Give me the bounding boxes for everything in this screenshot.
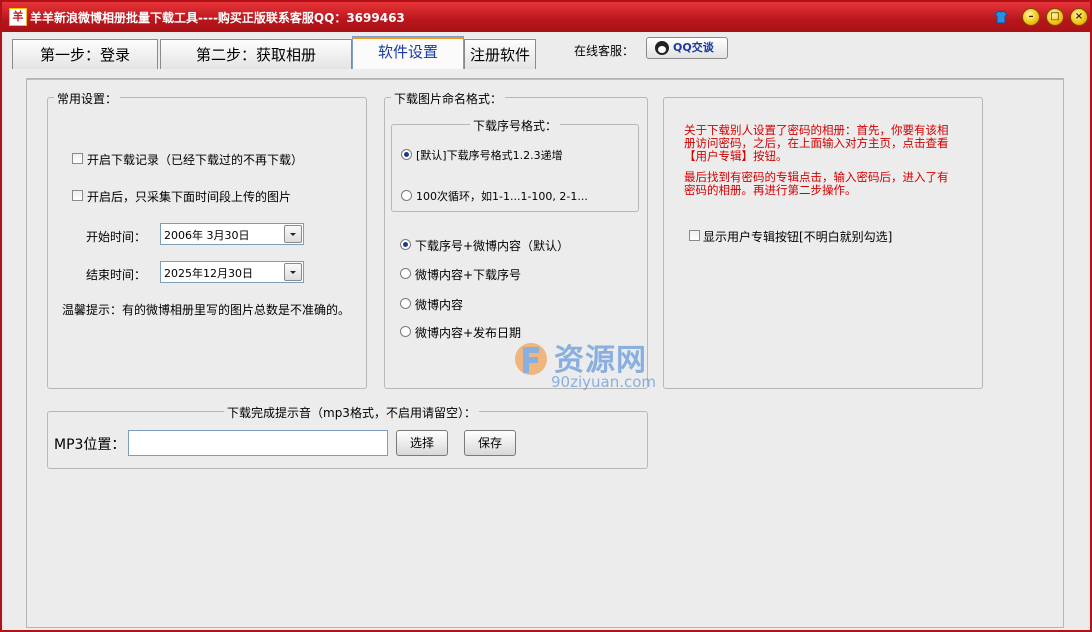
naming-content-seq-label: 微博内容+下载序号 [415, 268, 522, 282]
naming-seq-content-label: 下载序号+微博内容（默认） [415, 239, 570, 253]
app-icon: 羊 [9, 8, 27, 26]
naming-content-seq-radio[interactable] [400, 268, 411, 279]
show-album-button-label: 显示用户专辑按钮[不明白就别勾选] [703, 230, 893, 244]
sound-legend: 下载完成提示音（mp3格式，不启用请留空）： [224, 404, 479, 421]
naming-content-radio[interactable] [400, 298, 411, 309]
client-area: 第一步：登录 第二步：获取相册 软件设置 注册软件 在线客服： QQ交谈 常用设… [4, 32, 1088, 630]
chevron-down-icon[interactable] [284, 263, 302, 281]
naming-content-label: 微博内容 [415, 298, 464, 312]
record-checkbox-label: 开启下载记录（已经下载过的不再下载） [87, 153, 304, 167]
window-title: 羊羊新浪微博相册批量下载工具----购买正版联系客服QQ：3699463 [30, 11, 405, 25]
period-checkbox-label: 开启后，只采集下面时间段上传的图片 [87, 190, 292, 204]
sequence-format-legend: 下载序号格式： [470, 117, 561, 134]
app-window: 羊 羊羊新浪微博相册批量下载工具----购买正版联系客服QQ：3699463 –… [0, 0, 1092, 632]
qq-icon [655, 41, 669, 55]
tab-login[interactable]: 第一步：登录 [12, 39, 158, 69]
minimize-icon[interactable]: – [1022, 8, 1040, 26]
record-checkbox[interactable] [72, 153, 83, 164]
watermark: 资源网 90ziyuan.com [514, 335, 674, 397]
start-date-picker[interactable]: 2006年 3月30日 [160, 223, 304, 245]
qq-chat-label: QQ交谈 [673, 41, 714, 54]
tab-get-album[interactable]: 第二步：获取相册 [160, 39, 352, 69]
mp3-location-label: MP3位置： [54, 437, 126, 453]
watermark-url: 90ziyuan.com [551, 373, 657, 391]
chevron-down-icon[interactable] [284, 225, 302, 243]
common-settings-group: 常用设置： 开启下载记录（已经下载过的不再下载） 开启后，只采集下面时间段上传的… [47, 90, 367, 389]
password-album-group: 关于下载别人设置了密码的相册：首先，你要有该相 册访问密码，之后，在上面输入对方… [663, 97, 983, 389]
seq-format-cycle-radio[interactable] [401, 190, 412, 201]
qq-chat-button[interactable]: QQ交谈 [646, 37, 728, 59]
close-icon[interactable]: × [1070, 8, 1088, 26]
maximize-icon[interactable]: □ [1046, 8, 1064, 26]
naming-content-date-label: 微博内容+发布日期 [415, 326, 522, 340]
settings-panel: 常用设置： 开启下载记录（已经下载过的不再下载） 开启后，只采集下面时间段上传的… [26, 78, 1064, 628]
end-date-value: 2025年12月30日 [164, 267, 253, 280]
seq-format-default-radio[interactable] [401, 149, 412, 160]
choose-button[interactable]: 选择 [396, 430, 448, 456]
seq-format-cycle-label: 100次循环，如1-1...1-100, 2-1... [416, 190, 588, 203]
tab-settings[interactable]: 软件设置 [352, 36, 464, 69]
start-date-value: 2006年 3月30日 [164, 229, 250, 242]
naming-format-legend: 下载图片命名格式： [391, 90, 506, 107]
online-service-label: 在线客服： [574, 44, 635, 58]
password-info-line5: 密码的相册。再进行第二步操作。 [684, 183, 857, 197]
period-checkbox[interactable] [72, 190, 83, 201]
sound-group: 下载完成提示音（mp3格式，不启用请留空）： MP3位置： 选择 保存 [47, 404, 648, 469]
watermark-logo-icon [515, 343, 547, 375]
show-album-button-checkbox[interactable] [689, 230, 700, 241]
seq-format-default-label: [默认]下载序号格式1.2.3递增 [416, 149, 563, 162]
skin-icon[interactable] [992, 8, 1010, 26]
tip-text: 温馨提示：有的微博相册里写的图片总数是不准确的。 [62, 303, 351, 317]
sequence-format-group: 下载序号格式： [默认]下载序号格式1.2.3递增 100次循环，如1-1...… [391, 117, 639, 212]
end-date-picker[interactable]: 2025年12月30日 [160, 261, 304, 283]
mp3-path-input[interactable] [128, 430, 388, 456]
naming-seq-content-radio[interactable] [400, 239, 411, 250]
title-bar[interactable]: 羊 羊羊新浪微博相册批量下载工具----购买正版联系客服QQ：3699463 –… [2, 2, 1090, 32]
start-time-label: 开始时间： [86, 230, 147, 244]
tab-register[interactable]: 注册软件 [464, 39, 536, 69]
end-time-label: 结束时间： [86, 268, 147, 282]
save-button[interactable]: 保存 [464, 430, 516, 456]
password-info-line3: 【用户专辑】按钮。 [684, 149, 788, 163]
naming-content-date-radio[interactable] [400, 326, 411, 337]
common-settings-legend: 常用设置： [54, 90, 121, 107]
